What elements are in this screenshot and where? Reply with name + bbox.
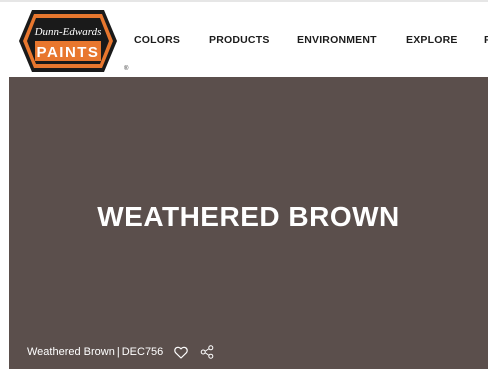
color-swatch-hero: WEATHERED BROWN Weathered Brown | DEC756 bbox=[9, 77, 488, 369]
color-code: DEC756 bbox=[121, 346, 164, 358]
nav-products[interactable]: PRODUCTS bbox=[209, 34, 270, 46]
nav-item-truncated[interactable]: F bbox=[484, 34, 488, 46]
page: Dunn-Edwards PAINTS ® COLORS PRODUCTS EN… bbox=[0, 0, 488, 369]
main-nav: COLORS PRODUCTS ENVIRONMENT EXPLORE F bbox=[0, 2, 488, 79]
separator: | bbox=[116, 346, 120, 358]
share-icon bbox=[200, 345, 214, 359]
site-header: Dunn-Edwards PAINTS ® COLORS PRODUCTS EN… bbox=[0, 0, 488, 77]
share-button[interactable] bbox=[199, 344, 215, 360]
favorite-button[interactable] bbox=[173, 344, 189, 360]
swatch-info-bar: Weathered Brown | DEC756 bbox=[27, 343, 215, 361]
nav-environment[interactable]: ENVIRONMENT bbox=[297, 34, 377, 46]
heart-icon bbox=[174, 346, 189, 359]
color-title: WEATHERED BROWN bbox=[97, 201, 400, 232]
nav-colors[interactable]: COLORS bbox=[134, 34, 180, 46]
color-name: Weathered Brown bbox=[27, 346, 115, 358]
nav-explore[interactable]: EXPLORE bbox=[406, 34, 458, 46]
